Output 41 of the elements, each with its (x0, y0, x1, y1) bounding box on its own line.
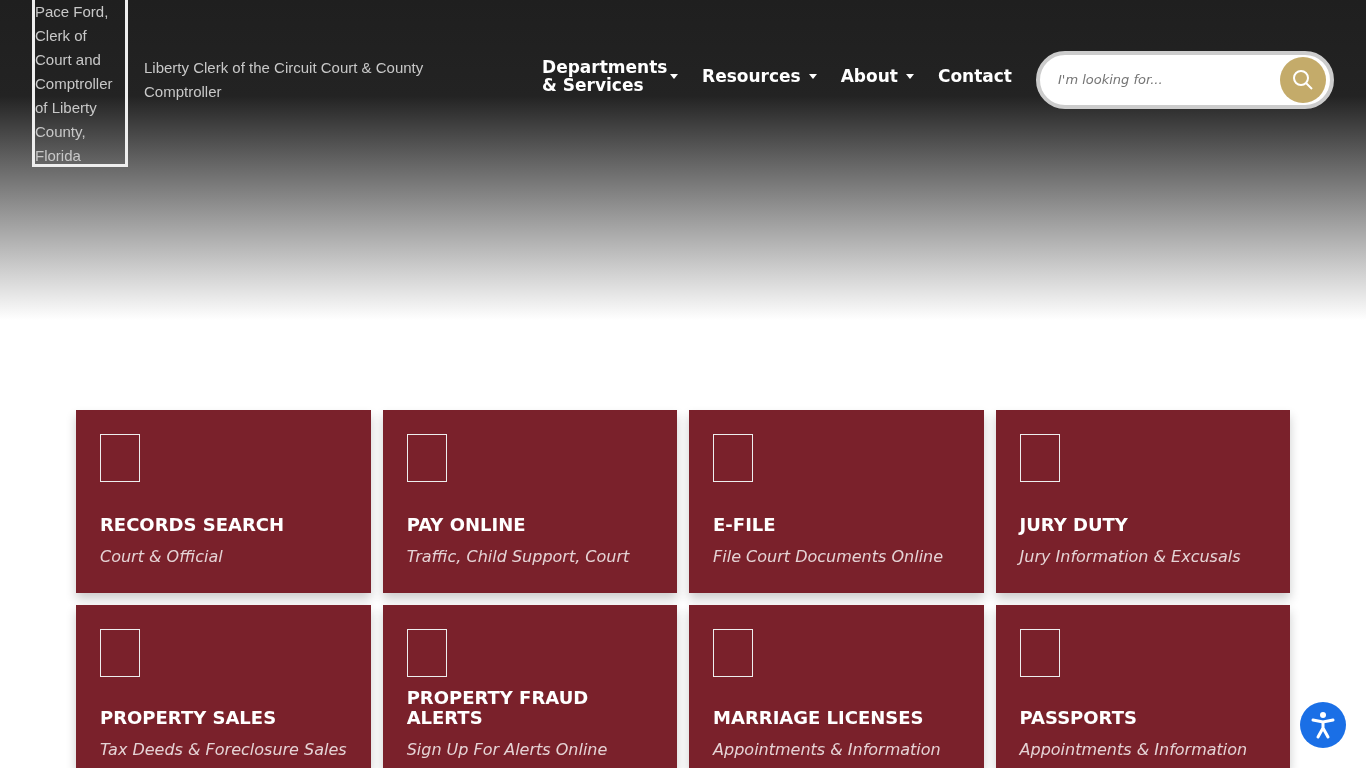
broken-image-placeholder (406, 434, 447, 482)
tile-title: JURY DUTY (1019, 515, 1129, 535)
broken-image-placeholder (1019, 434, 1060, 482)
nav-link[interactable]: Departments & Services (542, 58, 679, 94)
broken-image-placeholder (713, 434, 754, 482)
tile-title: PAY ONLINE (406, 515, 527, 535)
service-tile[interactable]: PROPERTY SALES Tax Deeds & Foreclosure Sales (76, 605, 371, 768)
broken-image-placeholder (100, 434, 140, 482)
tile-subtitle: Court & Official (100, 546, 224, 568)
service-tile[interactable]: MARRIAGE LICENSES Appointments & Information (689, 605, 984, 768)
broken-image-placeholder (100, 629, 140, 677)
tile-subtitle: Appointments & Information (713, 739, 942, 761)
tile-title: E-FILE (713, 515, 777, 535)
tile-title: RECORDS SEARCH (100, 515, 286, 535)
search-icon (1292, 69, 1314, 91)
tile-title: MARRIAGE LICENSES (713, 708, 925, 728)
tile-subtitle: Tax Deeds & Foreclosure Sales (100, 739, 347, 761)
tile-title: PROPERTY FRAUD ALERTS (406, 688, 590, 728)
nav-link[interactable]: Resources (702, 67, 817, 85)
tile-subtitle: Jury Information & Excusals (1019, 546, 1242, 568)
tile-subtitle: Sign Up For Alerts Online (406, 739, 609, 761)
accessibility-button[interactable] (1300, 702, 1346, 748)
nav-link[interactable]: About (840, 67, 914, 85)
tile-title: PROPERTY SALES (100, 708, 278, 728)
tile-subtitle: File Court Documents Online (713, 546, 945, 568)
broken-image-placeholder (713, 629, 754, 677)
logo-image-alt-text[interactable]: Liberty Clerk of the Circuit Court & County Comptroller (144, 56, 474, 104)
search-field[interactable]: I'm looking for... (1036, 51, 1334, 109)
tile-subtitle: Traffic, Child Support, Court (406, 546, 631, 568)
service-tile[interactable]: PROPERTY FRAUD ALERTS Sign Up For Alerts Online (382, 605, 678, 768)
portrait-image-alt-text: Pace Ford, Clerk of Court and Comptroller of Liberty County, Florida (32, 0, 128, 167)
tile-title: PASSPORTS (1019, 708, 1138, 728)
service-tile[interactable]: PAY ONLINE Traffic, Child Support, Court (382, 410, 678, 593)
service-tile[interactable]: JURY DUTY Jury Information & Excusals (995, 410, 1290, 593)
nav-link[interactable]: Contact (937, 67, 1012, 85)
service-tile[interactable]: PASSPORTS Appointments & Information (995, 605, 1290, 768)
tile-subtitle: Appointments & Information (1019, 739, 1249, 761)
service-tile[interactable]: RECORDS SEARCH Court & Official (76, 410, 371, 593)
broken-image-placeholder (406, 629, 447, 677)
broken-image-placeholder (1019, 629, 1060, 677)
service-tile[interactable]: E-FILE File Court Documents Online (689, 410, 984, 593)
